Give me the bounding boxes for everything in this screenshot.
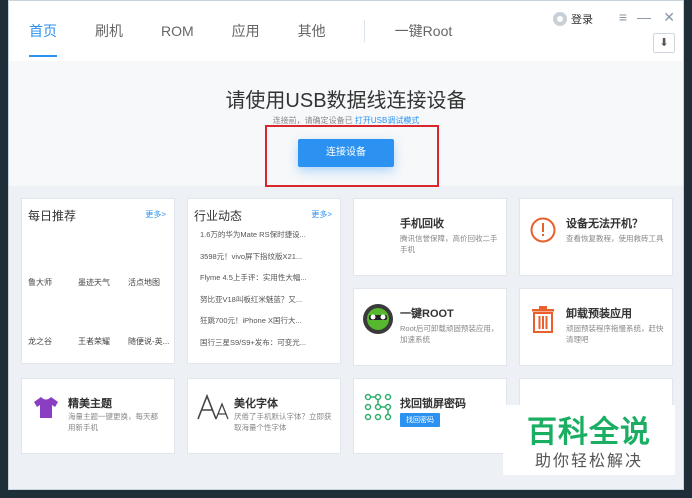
news-item[interactable]: Flyme 4.5上手评：实用性大幅...: [200, 272, 328, 294]
minimize-icon[interactable]: —: [637, 9, 651, 25]
top-navigation: 首页 刷机 ROM 应用 其他 一键Root 登录 ≡ — ✕ ⬇: [9, 1, 683, 62]
watermark-title: 百科全说: [527, 416, 651, 449]
news-item[interactable]: 3598元！vivo屏下指纹版X21...: [200, 251, 328, 273]
feature-desc: Root后可卸载顽固预装应用，加速系统: [400, 324, 499, 344]
menu-icon[interactable]: ≡: [619, 9, 627, 25]
app-window: 首页 刷机 ROM 应用 其他 一键Root 登录 ≡ — ✕ ⬇ 请使用USB…: [8, 0, 684, 490]
feature-desc: 腾讯信誉保障，高价回收二手手机: [400, 234, 498, 254]
tab-rom[interactable]: ROM: [161, 1, 194, 61]
app-item[interactable]: 墨迹天气: [78, 277, 128, 288]
app-grid: 鲁大师 墨迹天气 活点地图 龙之谷 王者荣耀 随便说-英...: [28, 277, 178, 347]
app-item[interactable]: 活点地图: [128, 277, 178, 288]
app-item[interactable]: 鲁大师: [28, 277, 78, 288]
one-click-root-card[interactable]: 一键ROOT Root后可卸载顽固预装应用，加速系统: [353, 288, 507, 366]
feature-desc: 查看恢复教程，使用救砖工具: [566, 234, 664, 243]
main-tabs: 首页 刷机 ROM 应用 其他 一键Root: [29, 1, 490, 61]
uninstall-apps-card[interactable]: 卸载预装应用 顽固预装程序拖慢系统，赶快清理吧: [519, 288, 673, 366]
app-item[interactable]: 随便说-英...: [128, 336, 178, 347]
tab-one-click-root[interactable]: 一键Root: [395, 1, 453, 61]
app-item[interactable]: 龙之谷: [28, 336, 78, 347]
themes-card[interactable]: 精美主题 海量主题一键更换，每天都用新手机: [21, 378, 175, 454]
feature-desc: 顽固预装程序拖慢系统，赶快清理吧: [566, 324, 664, 344]
news-more-link[interactable]: 更多>: [311, 209, 332, 220]
pattern-lock-icon: [364, 393, 392, 426]
avatar-icon: [553, 12, 567, 26]
news-item[interactable]: 1.6万的华为Mate RS保时捷设...: [200, 229, 328, 251]
boot-rescue-card[interactable]: 设备无法开机？ 查看恢复教程，使用救砖工具: [519, 198, 673, 276]
feature-title: 精美主题: [68, 398, 112, 410]
feature-title: 卸载预装应用: [566, 308, 632, 320]
unlock-password-card[interactable]: 找回锁屏密码 找回密码: [353, 378, 507, 454]
font-icon: [196, 393, 230, 426]
page-title: 请使用USB数据线连接设备: [225, 90, 467, 112]
feature-desc: 厌倦了手机默认字体？立即获取海量个性字体: [234, 412, 332, 432]
news-item[interactable]: 狂跳700元！iPhone X国行大...: [200, 315, 328, 337]
tshirt-icon: [32, 395, 60, 424]
feature-desc: 海量主题一键更换，每天都用新手机: [68, 412, 158, 432]
feature-title: 一键ROOT: [400, 308, 454, 320]
tab-apps[interactable]: 应用: [232, 1, 260, 61]
news-item[interactable]: 国行三星S9/S9+发布：可变光...: [200, 337, 328, 359]
phone-recycle-card[interactable]: 手机回收 腾讯信誉保障，高价回收二手手机: [353, 198, 507, 276]
daily-recommend-card: 每日推荐 更多> 鲁大师 墨迹天气 活点地图 龙之谷 王者荣耀 随便说-英...: [21, 198, 175, 364]
root-icon: [362, 303, 394, 340]
connect-panel: 请使用USB数据线连接设备 连接前，请确定设备已 打开USB调试模式 连接设备: [9, 61, 683, 187]
news-title: 行业动态: [194, 209, 243, 223]
connect-hint-text: 连接前，请确定设备已: [272, 116, 353, 125]
watermark: 百科全说 助你轻松解决: [503, 405, 675, 475]
fonts-card[interactable]: 美化字体 厌倦了手机默认字体？立即获取海量个性字体: [187, 378, 341, 454]
usb-debug-link[interactable]: 打开USB调试模式: [355, 116, 419, 125]
feature-title: 找回锁屏密码: [400, 398, 466, 410]
app-item[interactable]: 王者荣耀: [78, 336, 128, 347]
feature-title: 手机回收: [400, 218, 444, 230]
tab-flash[interactable]: 刷机: [95, 1, 123, 61]
recover-password-button[interactable]: 找回密码: [400, 413, 440, 427]
industry-news-card: 行业动态 更多> 1.6万的华为Mate RS保时捷设... 3598元！viv…: [187, 198, 341, 364]
trash-icon: [530, 305, 556, 338]
tab-other[interactable]: 其他: [298, 1, 326, 61]
tab-divider: [363, 20, 365, 42]
watermark-subtitle: 助你轻松解决: [534, 453, 643, 470]
download-icon[interactable]: ⬇: [653, 33, 675, 53]
feature-title: 美化字体: [234, 398, 278, 410]
close-icon[interactable]: ✕: [663, 9, 675, 26]
login-label: 登录: [571, 14, 593, 26]
feature-title: 设备无法开机？: [566, 218, 643, 230]
daily-more-link[interactable]: 更多>: [145, 209, 166, 220]
warning-icon: [530, 217, 556, 248]
tab-home[interactable]: 首页: [29, 1, 57, 61]
connect-device-button[interactable]: 连接设备: [298, 139, 394, 167]
news-list: 1.6万的华为Mate RS保时捷设... 3598元！vivo屏下指纹版X21…: [200, 229, 328, 358]
login-area[interactable]: 登录: [553, 11, 593, 27]
news-item[interactable]: 努比亚V18叫板红米魅蓝？又...: [200, 294, 328, 316]
daily-title: 每日推荐: [28, 209, 77, 223]
